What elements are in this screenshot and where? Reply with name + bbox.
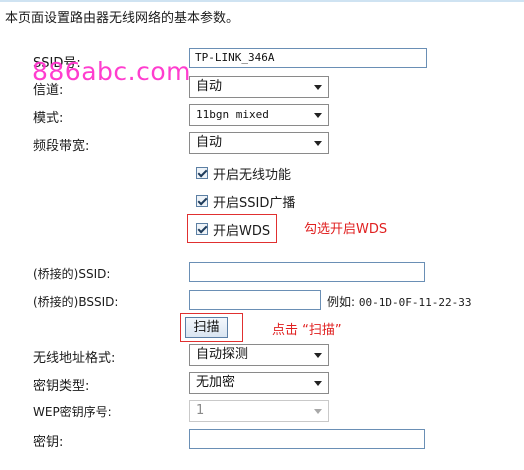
enable-ssid-broadcast-label: 开启SSID广播 — [213, 195, 296, 211]
ssid-input[interactable]: TP-LINK_346A — [189, 48, 427, 68]
bandwidth-label: 频段带宽: — [33, 139, 90, 154]
scan-button[interactable]: 扫描 — [185, 317, 228, 338]
top-border — [0, 0, 524, 2]
enable-wireless-checkbox[interactable] — [196, 167, 208, 179]
addr-format-label: 无线地址格式: — [33, 351, 116, 366]
addr-format-select-value: 自动探测 — [196, 347, 249, 362]
wds-annotation: 勾选开启WDS — [304, 222, 388, 237]
addr-format-select[interactable]: 自动探测 — [189, 344, 329, 366]
bridged-ssid-label: (桥接的)SSID: — [33, 267, 111, 281]
chevron-down-icon — [314, 113, 322, 118]
chevron-down-icon — [314, 141, 322, 146]
key-label: 密钥: — [33, 435, 64, 450]
key-input[interactable] — [189, 429, 425, 449]
bandwidth-select[interactable]: 自动 — [189, 132, 329, 154]
key-type-select-value: 无加密 — [196, 375, 236, 390]
enable-wireless-option[interactable]: 开启无线功能 — [196, 164, 292, 183]
channel-select-value: 自动 — [196, 79, 223, 94]
chevron-down-icon — [314, 85, 322, 90]
enable-ssid-broadcast-checkbox[interactable] — [196, 195, 208, 207]
key-type-select[interactable]: 无加密 — [189, 372, 329, 394]
bssid-example: 例如: 00-1D-0F-11-22-33 — [327, 293, 471, 310]
wep-index-label: WEP密钥序号: — [33, 405, 112, 419]
chevron-down-icon — [314, 381, 322, 386]
channel-label: 信道: — [33, 83, 64, 98]
mode-select-value: 11bgn mixed — [196, 108, 269, 121]
scan-annotation: 点击 “扫描” — [272, 323, 342, 338]
page-description: 本页面设置路由器无线网络的基本参数。 — [5, 11, 240, 26]
bridged-bssid-input[interactable] — [189, 290, 321, 310]
bridged-bssid-label: (桥接的)BSSID: — [33, 295, 119, 309]
enable-wds-option[interactable]: 开启WDS — [196, 220, 271, 239]
bssid-example-value: 00-1D-0F-11-22-33 — [358, 296, 472, 309]
channel-select[interactable]: 自动 — [189, 76, 329, 98]
bandwidth-select-value: 自动 — [196, 135, 223, 150]
enable-ssid-broadcast-option[interactable]: 开启SSID广播 — [196, 192, 296, 211]
key-type-label: 密钥类型: — [33, 379, 90, 394]
enable-wireless-label: 开启无线功能 — [213, 167, 292, 183]
wep-index-select[interactable]: 1 — [189, 400, 329, 422]
enable-wds-checkbox[interactable] — [196, 223, 208, 235]
wep-index-select-value: 1 — [196, 403, 205, 418]
mode-label: 模式: — [33, 111, 64, 126]
bssid-example-prefix: 例如: — [327, 295, 356, 309]
mode-select[interactable]: 11bgn mixed — [189, 104, 329, 126]
bridged-ssid-input[interactable] — [189, 262, 425, 282]
chevron-down-icon — [314, 409, 322, 414]
enable-wds-label: 开启WDS — [213, 223, 271, 239]
chevron-down-icon — [314, 353, 322, 358]
